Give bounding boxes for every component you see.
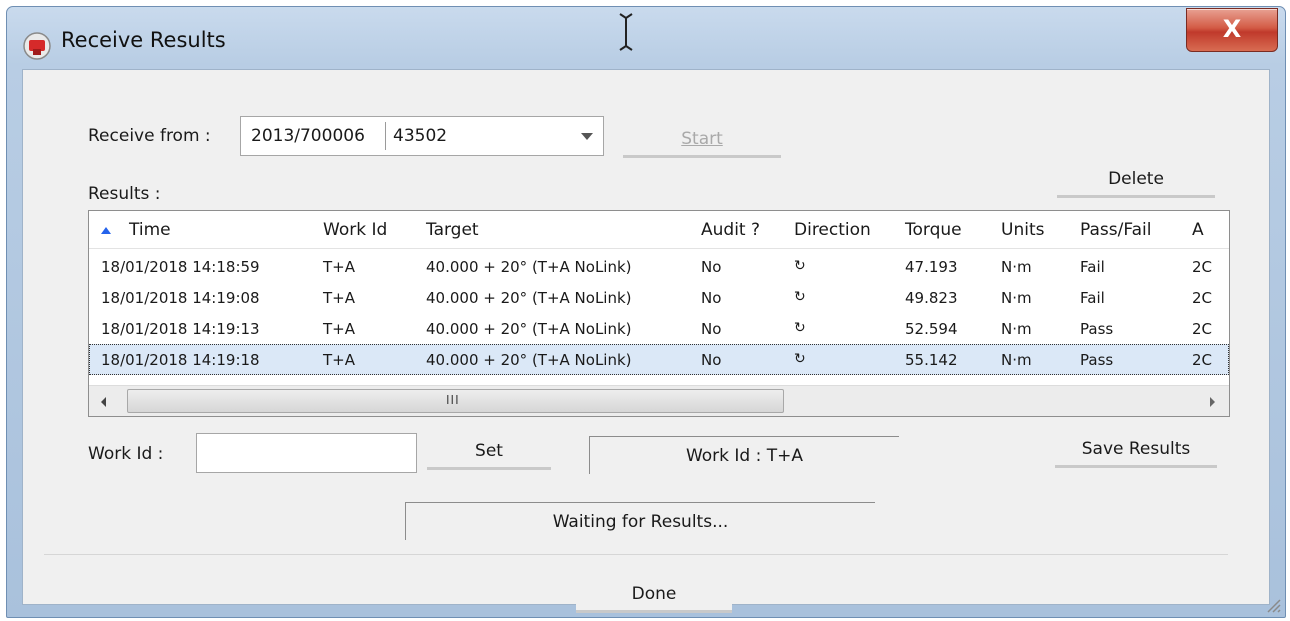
column-header-torque[interactable]: Torque	[905, 220, 962, 240]
column-header-work-id[interactable]: Work Id	[323, 220, 387, 240]
chevron-down-icon[interactable]	[581, 133, 593, 140]
status-message: Waiting for Results...	[405, 502, 875, 540]
text-cursor-icon	[619, 13, 633, 51]
cell-torque: 55.142	[905, 351, 958, 369]
results-label: Results :	[88, 184, 161, 204]
sort-ascending-icon[interactable]	[101, 227, 111, 234]
column-header-units[interactable]: Units	[1001, 220, 1044, 240]
save-results-button-label: Save Results	[1081, 439, 1191, 459]
cell-torque: 49.823	[905, 289, 958, 307]
save-results-button[interactable]: Save Results	[1055, 432, 1217, 468]
receive-from-label: Receive from :	[88, 126, 211, 146]
receive-results-window: Receive Results X Receive from : 2013/70…	[6, 6, 1286, 618]
column-header-pass-fail[interactable]: Pass/Fail	[1080, 220, 1151, 240]
cell-work-id: T+A	[323, 351, 355, 369]
cell-audit: No	[701, 320, 722, 338]
cell-units: N·m	[1001, 289, 1032, 307]
start-button[interactable]: Start	[623, 122, 781, 158]
set-button-label: Set	[475, 441, 503, 461]
combo-separator	[385, 122, 386, 150]
cell-audit: No	[701, 289, 722, 307]
cell-pass-fail: Fail	[1080, 289, 1105, 307]
cell-extra: 2C	[1192, 351, 1213, 369]
receive-from-select[interactable]: 2013/700006 43502	[240, 116, 604, 156]
clockwise-icon: ↻	[794, 258, 806, 274]
clockwise-icon: ↻	[794, 351, 806, 367]
start-button-label: Start	[681, 129, 723, 149]
delete-button-label: Delete	[1108, 169, 1164, 189]
cell-work-id: T+A	[323, 320, 355, 338]
cell-units: N·m	[1001, 320, 1032, 338]
column-header-target[interactable]: Target	[426, 220, 479, 240]
cell-target: 40.000 + 20° (T+A NoLink)	[426, 289, 632, 307]
cell-pass-fail: Pass	[1080, 320, 1114, 338]
receive-from-number: 43502	[393, 126, 448, 146]
done-button[interactable]: Done	[576, 577, 732, 613]
scroll-grip: III	[446, 393, 460, 407]
horizontal-scrollbar[interactable]: III	[89, 385, 1229, 416]
scrollbar-thumb[interactable]: III	[127, 389, 784, 413]
resize-grip-icon[interactable]	[1263, 595, 1281, 613]
cell-target: 40.000 + 20° (T+A NoLink)	[426, 351, 632, 369]
receive-from-id: 2013/700006	[251, 126, 365, 146]
work-id-input[interactable]	[196, 433, 417, 473]
column-header-audit[interactable]: Audit ?	[701, 220, 760, 240]
cell-time: 18/01/2018 14:18:59	[101, 258, 260, 276]
app-icon	[23, 32, 51, 60]
cell-time: 18/01/2018 14:19:13	[101, 320, 260, 338]
cell-extra: 2C	[1192, 289, 1213, 307]
work-id-label: Work Id :	[88, 444, 164, 464]
clockwise-icon: ↻	[794, 289, 806, 305]
cell-pass-fail: Pass	[1080, 351, 1114, 369]
column-header-extra[interactable]: A	[1192, 220, 1204, 240]
cell-audit: No	[701, 258, 722, 276]
column-header-time[interactable]: Time	[129, 220, 171, 240]
cell-audit: No	[701, 351, 722, 369]
cell-units: N·m	[1001, 258, 1032, 276]
divider	[44, 554, 1228, 555]
results-table[interactable]: Time Work Id Target Audit ? Direction To…	[88, 210, 1230, 417]
cell-target: 40.000 + 20° (T+A NoLink)	[426, 320, 632, 338]
cell-work-id: T+A	[323, 258, 355, 276]
cell-time: 18/01/2018 14:19:08	[101, 289, 260, 307]
close-button[interactable]: X	[1186, 8, 1278, 52]
set-button[interactable]: Set	[427, 434, 551, 470]
column-header-direction[interactable]: Direction	[794, 220, 871, 240]
window-title: Receive Results	[61, 28, 226, 52]
cell-target: 40.000 + 20° (T+A NoLink)	[426, 258, 632, 276]
title-bar: Receive Results X	[7, 7, 1285, 71]
dialog-body: Receive from : 2013/700006 43502 Start R…	[22, 69, 1270, 613]
cell-pass-fail: Fail	[1080, 258, 1105, 276]
cell-torque: 52.594	[905, 320, 958, 338]
clockwise-icon: ↻	[794, 320, 806, 336]
scroll-left-icon[interactable]	[101, 397, 106, 407]
table-header: Time Work Id Target Audit ? Direction To…	[89, 211, 1229, 249]
table-row[interactable]: 18/01/2018 14:18:59 T+A 40.000 + 20° (T+…	[89, 251, 1229, 282]
cell-work-id: T+A	[323, 289, 355, 307]
cell-time: 18/01/2018 14:19:18	[101, 351, 260, 369]
current-work-id-display: Work Id : T+A	[589, 436, 899, 474]
done-button-label: Done	[631, 584, 677, 604]
cell-units: N·m	[1001, 351, 1032, 369]
cell-extra: 2C	[1192, 258, 1213, 276]
delete-button[interactable]: Delete	[1057, 162, 1215, 198]
scroll-right-icon[interactable]	[1210, 397, 1215, 407]
table-row[interactable]: 18/01/2018 14:19:13 T+A 40.000 + 20° (T+…	[89, 313, 1229, 344]
cell-torque: 47.193	[905, 258, 958, 276]
table-row-selected[interactable]: 18/01/2018 14:19:18 T+A 40.000 + 20° (T+…	[89, 344, 1229, 375]
cell-extra: 2C	[1192, 320, 1213, 338]
table-row[interactable]: 18/01/2018 14:19:08 T+A 40.000 + 20° (T+…	[89, 282, 1229, 313]
